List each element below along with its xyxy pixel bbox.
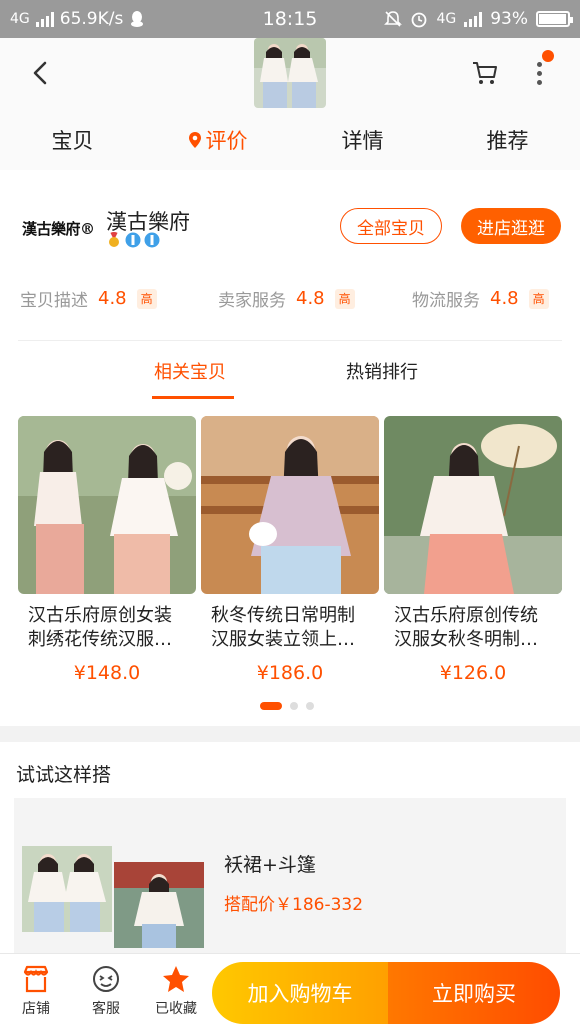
status-bar: 4G 65.9K/s 18:15 4G 93% [0, 0, 580, 38]
medal-icon [109, 232, 119, 247]
product-card[interactable]: 汉古乐府原创女装刺绣花传统汉服上襦下裙 ¥148.0 [18, 416, 196, 684]
network-speed: 65.9K/s [59, 9, 124, 29]
divider [18, 340, 562, 341]
buy-now-button[interactable]: 立即购买 [388, 962, 560, 1024]
shop-label: 店铺 [22, 1001, 50, 1017]
battery-icon [536, 11, 573, 27]
tab-related-items[interactable]: 相关宝贝 [154, 358, 226, 384]
all-items-button[interactable]: 全部宝贝 [340, 208, 442, 244]
product-thumbnail[interactable] [254, 38, 326, 108]
section-title: 试试这样搭 [16, 764, 112, 786]
product-price: ¥148.0 [73, 662, 141, 684]
crown-badge-icon [144, 232, 160, 248]
product-card[interactable]: 汉古乐府原创传统汉服女秋冬明制长裙套装 ¥126.0 [384, 416, 562, 684]
outfit-name[interactable]: 袄裙+斗篷 [224, 850, 316, 877]
shop-badges [106, 232, 160, 248]
product-price: ¥126.0 [439, 662, 507, 684]
star-icon [163, 966, 189, 992]
rating-level: 高 [334, 288, 355, 309]
back-arrow-icon[interactable] [26, 58, 56, 88]
rating-label: 卖家服务 [218, 291, 286, 311]
active-tab-indicator [152, 396, 234, 399]
outfit-section: 试试这样搭 袄裙+斗篷 搭配价￥186-332 [0, 742, 580, 962]
tab-recommend[interactable]: 推荐 [435, 120, 580, 160]
signal-icon-right [464, 11, 483, 27]
location-pin-icon [188, 132, 201, 148]
tab-baobei[interactable]: 宝贝 [0, 120, 145, 160]
tab-label: 详情 [341, 129, 384, 153]
network-indicator: 4G [10, 11, 30, 27]
product-image[interactable] [18, 416, 196, 594]
cart-icon[interactable] [470, 58, 500, 88]
tab-details[interactable]: 详情 [290, 120, 435, 160]
rating-score: 4.8 [490, 288, 519, 309]
shop-logo[interactable]: 漢古樂府® [22, 218, 95, 239]
product-title[interactable]: 汉古乐府原创女装刺绣花传统汉服上襦下裙 [18, 604, 196, 652]
rating-label: 宝贝描述 [20, 291, 88, 311]
outfit-image[interactable] [114, 862, 204, 948]
notification-dot [542, 50, 554, 62]
clock: 18:15 [262, 8, 318, 30]
battery-percent: 93% [490, 9, 528, 29]
signal-icon [35, 11, 54, 27]
alarm-icon [412, 12, 427, 28]
more-menu-icon[interactable] [528, 50, 554, 90]
tab-hot-ranking[interactable]: 热销排行 [346, 358, 418, 384]
bottom-action-bar: 店铺 客服 已收藏 加入购物车 立即购买 [0, 953, 580, 1031]
enter-shop-button[interactable]: 进店逛逛 [461, 208, 561, 244]
tab-label: 评价 [205, 129, 248, 153]
carousel-dot [290, 702, 298, 710]
related-products: 汉古乐府原创女装刺绣花传统汉服上襦下裙 ¥148.0 秋冬传统日常明制汉服女装立… [18, 416, 563, 686]
product-title[interactable]: 汉古乐府原创传统汉服女秋冬明制长裙套装 [384, 604, 562, 652]
outfit-card[interactable]: 袄裙+斗篷 搭配价￥186-332 [14, 798, 566, 958]
store-icon [23, 965, 49, 993]
tab-reviews[interactable]: 评价 [145, 120, 290, 160]
rating-service: 卖家服务 4.8 高 [218, 286, 355, 311]
shop-ratings: 宝贝描述 4.8 高 卖家服务 4.8 高 物流服务 4.8 高 [0, 286, 580, 326]
product-price: ¥186.0 [256, 662, 324, 684]
shop-button[interactable]: 店铺 [6, 964, 66, 1018]
rating-logistics: 物流服务 4.8 高 [412, 286, 549, 311]
product-image[interactable] [201, 416, 379, 594]
rating-description: 宝贝描述 4.8 高 [20, 286, 157, 311]
rating-score: 4.8 [296, 288, 325, 309]
tab-label: 宝贝 [51, 129, 94, 153]
outfit-image[interactable] [22, 846, 112, 932]
top-header: 宝贝 评价 详情 推荐 [0, 38, 580, 170]
crown-badge-icon [125, 232, 141, 248]
add-to-cart-button[interactable]: 加入购物车 [212, 962, 388, 1024]
favorite-label: 已收藏 [155, 1001, 197, 1017]
carousel-indicator [260, 702, 314, 710]
customer-service-button[interactable]: 客服 [76, 964, 136, 1018]
favorite-button[interactable]: 已收藏 [146, 964, 206, 1018]
mute-icon [384, 11, 403, 27]
product-image[interactable] [384, 416, 562, 594]
carousel-dot-active [260, 702, 282, 710]
carousel-dot [306, 702, 314, 710]
product-title[interactable]: 秋冬传统日常明制汉服女装立领上衣马面裙 [201, 604, 379, 652]
product-card[interactable]: 秋冬传统日常明制汉服女装立领上衣马面裙 ¥186.0 [201, 416, 379, 684]
rating-score: 4.8 [98, 288, 127, 309]
tab-label: 推荐 [486, 129, 529, 153]
rating-label: 物流服务 [412, 291, 480, 311]
qq-icon [131, 11, 144, 27]
shop-card: 漢古樂府® 漢古樂府 全部宝贝 进店逛逛 宝贝描述 4.8 高 卖家服务 4.8… [0, 170, 580, 726]
outfit-price: 搭配价￥186-332 [224, 895, 364, 915]
rating-level: 高 [136, 288, 157, 309]
chat-face-icon [93, 966, 119, 992]
rating-level: 高 [528, 288, 549, 309]
network-indicator-right: 4G [436, 11, 457, 27]
service-label: 客服 [92, 1001, 120, 1017]
detail-tabs: 宝贝 评价 详情 推荐 [0, 120, 580, 160]
